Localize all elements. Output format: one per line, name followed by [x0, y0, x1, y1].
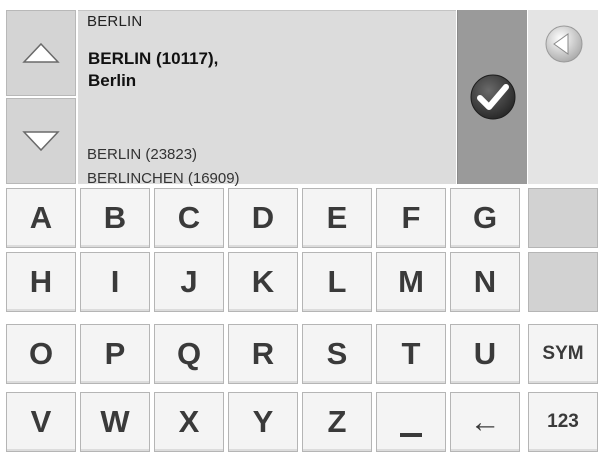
key-g[interactable]: G — [450, 188, 520, 248]
key-f[interactable]: F — [376, 188, 446, 248]
key-y[interactable]: Y — [228, 392, 298, 452]
key-sym[interactable]: SYM — [528, 324, 598, 384]
key-v[interactable]: V — [6, 392, 76, 452]
key-r[interactable]: R — [228, 324, 298, 384]
key-o[interactable]: O — [6, 324, 76, 384]
selected-result-line1: BERLIN (10117), — [88, 49, 219, 68]
key-underscore[interactable] — [376, 392, 446, 452]
key-b[interactable]: B — [80, 188, 150, 248]
scroll-up-button[interactable] — [6, 10, 76, 96]
triangle-down-icon — [22, 131, 60, 152]
key-k[interactable]: K — [228, 252, 298, 312]
key-l[interactable]: L — [302, 252, 372, 312]
key-n[interactable]: N — [450, 252, 520, 312]
selected-result-line2: Berlin — [88, 71, 137, 90]
list-item[interactable]: BERLIN (23823) — [87, 146, 197, 163]
key-t[interactable]: T — [376, 324, 446, 384]
key-u[interactable]: U — [450, 324, 520, 384]
keyboard-blank-key — [528, 188, 598, 248]
keyboard-blank-key — [528, 252, 598, 312]
key-c[interactable]: C — [154, 188, 224, 248]
selected-result[interactable]: BERLIN (10117), Berlin — [88, 48, 388, 92]
key-w[interactable]: W — [80, 392, 150, 452]
key-backspace[interactable]: ← — [450, 392, 520, 452]
key-x[interactable]: X — [154, 392, 224, 452]
key-m[interactable]: M — [376, 252, 446, 312]
scroll-down-button[interactable] — [6, 98, 76, 184]
key-z[interactable]: Z — [302, 392, 372, 452]
key-d[interactable]: D — [228, 188, 298, 248]
key-j[interactable]: J — [154, 252, 224, 312]
key-q[interactable]: Q — [154, 324, 224, 384]
underscore-glyph — [400, 433, 422, 437]
address-input-screen: BERLIN BERLIN (10117), Berlin BERLIN (23… — [0, 0, 603, 459]
key-s[interactable]: S — [302, 324, 372, 384]
checkmark-icon — [470, 74, 515, 120]
back-panel — [528, 10, 598, 184]
confirm-button[interactable] — [457, 10, 527, 184]
search-results-list: BERLIN BERLIN (10117), Berlin BERLIN (23… — [78, 10, 456, 187]
back-arrow-icon[interactable] — [544, 24, 584, 64]
key-e[interactable]: E — [302, 188, 372, 248]
key-i[interactable]: I — [80, 252, 150, 312]
key-123[interactable]: 123 — [528, 392, 598, 452]
list-item[interactable]: BERLINCHEN (16909) — [87, 170, 240, 187]
key-p[interactable]: P — [80, 324, 150, 384]
triangle-up-icon — [22, 42, 60, 63]
key-h[interactable]: H — [6, 252, 76, 312]
search-query: BERLIN — [87, 13, 143, 30]
key-a[interactable]: A — [6, 188, 76, 248]
